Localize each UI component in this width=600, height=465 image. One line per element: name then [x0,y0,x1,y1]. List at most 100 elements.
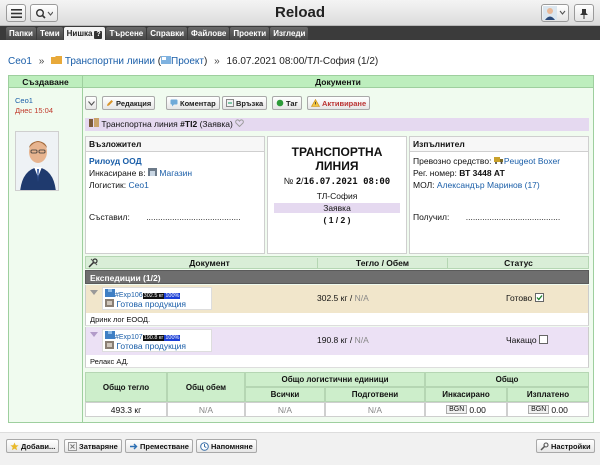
prepared-units-value: N/A [325,402,425,417]
link-icon [226,99,234,107]
close-button[interactable]: Затваряне [64,439,122,453]
author-avatar [15,131,59,191]
logistic-units-header: Общо логистични единици [245,372,425,387]
link-button[interactable]: Връзка [222,96,268,110]
assignor-panel: Възложител Рилоуд ООД Инкасиране в: Мага… [85,136,265,254]
tools-icon[interactable] [88,258,98,270]
author-name[interactable]: Ceo1 [15,96,33,105]
expedition-client: Дринк лог ЕООД. [85,313,589,326]
executor-panel: Изпълнител Превозно средство: Peugeot Bo… [409,136,589,254]
user-avatar-icon [543,6,566,20]
logistic-user-link[interactable]: Ceo1 [129,180,149,190]
add-button[interactable]: Добави... [6,439,60,453]
registration-number: ВТ 3448 АТ [459,168,505,178]
paid-header: Изплатено [507,387,589,402]
menu-reports[interactable]: Справки [147,27,188,40]
comment-button[interactable]: Коментар [166,96,220,110]
move-button[interactable]: Преместване [125,439,193,453]
breadcrumb-folder-link[interactable]: Транспортни линии [65,56,155,67]
expeditions-heading: Експедиции (1/2) [85,270,589,284]
close-doc-icon [68,441,77,451]
expedition-id-link[interactable]: #Exp107 [115,334,143,341]
product-link[interactable]: Готова продукция [116,299,186,309]
menu-topics[interactable]: Теми [36,27,63,40]
author-column: Ceo1 Днес 15:04 [9,88,83,422]
breadcrumb-project-link[interactable]: Проект [171,56,204,67]
menu-views[interactable]: Изгледи [270,27,309,40]
total-money-header: Общо [425,372,589,387]
menu-projects[interactable]: Проекти [230,27,270,40]
expand-arrow-icon[interactable] [90,290,98,296]
folder-icon [51,56,63,64]
user-menu-button[interactable] [541,4,569,22]
vehicle-link[interactable]: Peugeot Boxer [504,156,560,166]
breadcrumb: Ceo1 » Транспортни линии (Проект) » 16.0… [8,56,379,67]
truck-icon [493,157,503,164]
chevron-down-icon [87,100,95,106]
document-location: ТЛ-София [316,191,358,201]
menu-search[interactable]: Търсене [106,27,147,40]
document-datetime: 16.07.2021 08:00 [303,177,391,187]
expedition-box-icon [105,331,115,339]
table-row[interactable]: #Exp106302.5 кг 100% Готова продукция 302… [85,285,589,313]
product-link[interactable]: Готова продукция [116,341,186,351]
tag-icon [276,99,284,107]
documents-column-header: Документи [83,76,593,88]
tag-button[interactable]: Таг [272,96,302,110]
comment-icon [170,99,178,107]
menu-thread[interactable]: Нишка? [63,27,106,40]
paid-value: BGN 0.00 [507,402,589,417]
pin-button[interactable] [574,4,594,22]
top-bar: Reload [0,0,600,26]
activate-button[interactable]: Активиране [307,96,371,110]
author-time: Днес 15:04 [15,106,53,115]
document-number: #TI2 [180,119,198,129]
checkbox-unchecked-icon[interactable] [539,335,549,344]
table-row[interactable]: #Exp107190.8 кг 100% Готова продукция 190… [85,327,589,355]
all-units-header: Всички [245,387,325,402]
breadcrumb-root-link[interactable]: Ceo1 [8,56,32,67]
document-frame: Създаване Документи Ceo1 Днес 15:04 Реда… [8,75,594,423]
expedition-id-link[interactable]: #Exp106 [115,292,143,299]
document-fraction: ( 1 / 2 ) [323,215,351,225]
edit-button[interactable]: Редакция [102,96,156,110]
project-icon [161,56,172,64]
totals-table: Общо тегло Общ обем Общо логистични един… [85,372,589,418]
total-weight-value: 493.3 кг [85,402,167,417]
all-units-value: N/A [245,402,325,417]
person-photo-icon [16,132,58,190]
remind-button[interactable]: Напомняне [196,439,257,453]
created-column-header: Създаване [9,76,83,88]
settings-button[interactable]: Настройки [536,439,595,453]
expedition-box-icon [105,289,115,297]
document-kind: (Заявка) [199,119,233,129]
document-heading-line2: ЛИНИЯ [315,159,359,173]
help-badge: ? [94,31,103,39]
collection-store-link[interactable]: Магазин [159,168,192,178]
pin-icon [580,8,588,19]
assignor-company-link[interactable]: Рилоуд ООД [89,156,142,166]
menu-folders[interactable]: Папки [6,27,36,40]
mol-person-link[interactable]: Александър Маринов (17) [437,180,540,190]
column-status: Статус [447,258,589,268]
pencil-icon [107,100,113,106]
column-weight-volume: Тегло / Обем [317,258,447,268]
checkbox-checked-icon[interactable] [534,293,544,302]
total-volume-header: Общ обем [167,372,245,402]
document-header-panel: ТРАНСПОРТНА ЛИНИЯ № 2/16.07.2021 08:00 Т… [267,136,407,254]
options-dropdown-button[interactable] [85,96,97,110]
expedition-table-header: Документ Тегло / Обем Статус [85,256,589,269]
move-icon [130,443,138,449]
collected-value: BGN 0.00 [425,402,507,417]
document-title-strip: Транспортна линия #TI2 (Заявка) [85,118,589,131]
product-icon [105,299,114,307]
expand-arrow-icon[interactable] [90,332,98,338]
document-kind-badge: Заявка [274,203,400,213]
warning-icon [311,99,320,107]
heart-icon[interactable] [235,119,245,128]
reminder-icon [200,441,209,451]
assignor-heading: Възложител [86,137,264,152]
menu-files[interactable]: Файлове [188,27,230,40]
expedition-status: Готово [506,293,544,303]
store-icon [147,168,157,176]
